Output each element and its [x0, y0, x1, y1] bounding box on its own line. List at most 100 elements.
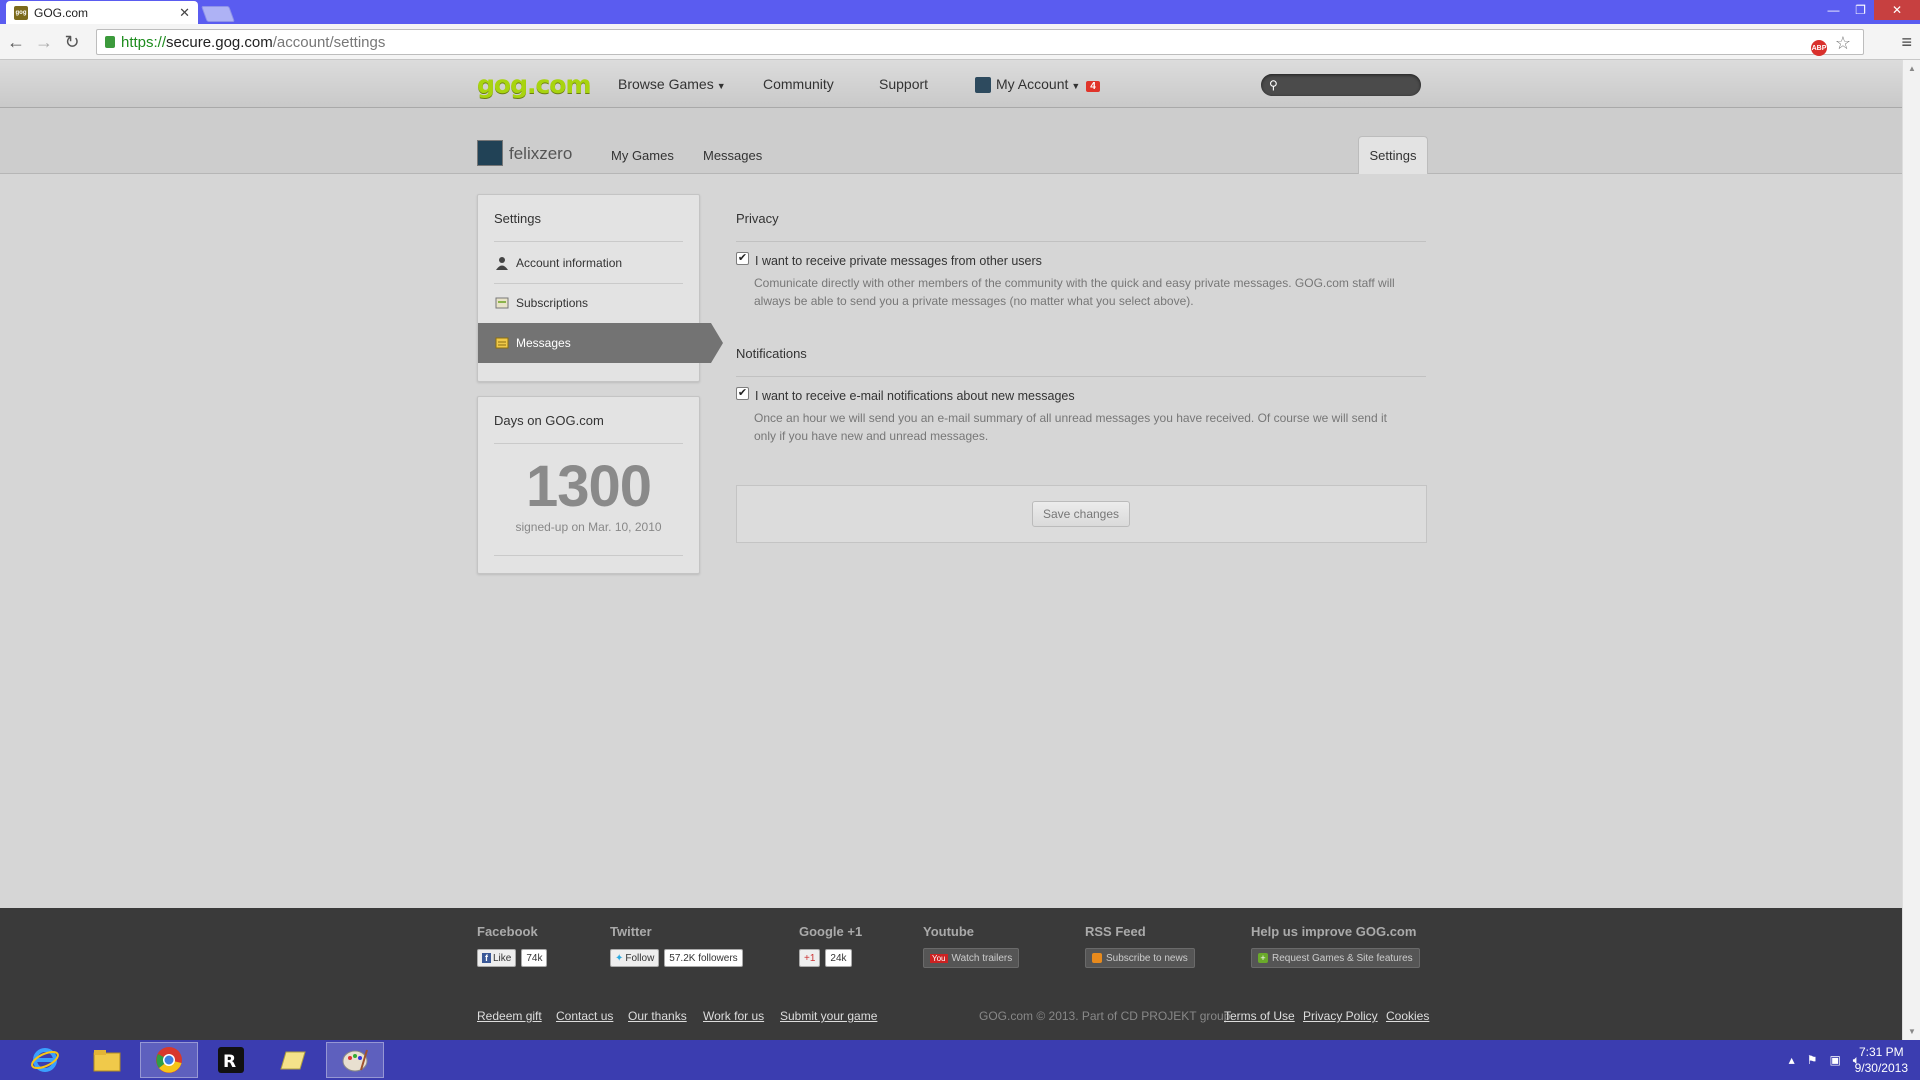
facebook-like-label: Like: [493, 952, 512, 964]
email-notifications-label[interactable]: I want to receive e-mail notifications a…: [755, 389, 1075, 403]
nav-support[interactable]: Support: [879, 76, 928, 92]
footer-link-privacy-policy[interactable]: Privacy Policy: [1303, 1009, 1378, 1023]
days-panel: Days on GOG.com 1300 signed-up on Mar. 1…: [477, 396, 700, 574]
scroll-up-icon[interactable]: ▲: [1908, 64, 1916, 73]
watch-trailers-label: Watch trailers: [951, 952, 1013, 964]
notifications-title: Notifications: [736, 346, 807, 361]
file-explorer-icon[interactable]: [78, 1042, 136, 1078]
footer-link-work-for-us[interactable]: Work for us: [703, 1009, 764, 1023]
secure-lock-icon: [105, 36, 115, 48]
paint-icon[interactable]: [326, 1042, 384, 1078]
clock-time: 7:31 PM: [1858, 1045, 1904, 1059]
privacy-title: Privacy: [736, 211, 779, 226]
google-plus-one-button[interactable]: +1: [799, 949, 821, 967]
request-games-label: Request Games & Site features: [1272, 952, 1413, 964]
request-games-button[interactable]: + Request Games & Site features: [1251, 948, 1420, 968]
divider: [736, 241, 1426, 242]
footer-link-redeem-gift[interactable]: Redeem gift: [477, 1009, 542, 1023]
settings-sidebar: Settings Account information Subscriptio…: [477, 194, 723, 382]
avatar[interactable]: [477, 140, 503, 166]
url-host: secure.gog.com: [166, 33, 273, 51]
google-count: 24k: [825, 949, 852, 967]
browser-tab[interactable]: gog GOG.com ✕: [6, 1, 198, 24]
vertical-scrollbar[interactable]: ▲ ▼: [1902, 60, 1920, 1040]
youtube-icon: You: [930, 953, 948, 963]
taskbar-clock[interactable]: 7:31 PM 9/30/2013: [1855, 1044, 1908, 1076]
gog-favicon-icon: gog: [14, 5, 28, 20]
twitter-count: 57.2K followers: [664, 949, 743, 967]
browser-titlebar: gog GOG.com ✕ — ❐ ✕: [0, 0, 1920, 24]
bookmark-star-icon[interactable]: ☆: [1835, 33, 1851, 54]
facebook-like-button[interactable]: f Like: [477, 949, 517, 967]
email-notifications-checkbox[interactable]: ✔: [736, 387, 749, 400]
tray-expand-icon[interactable]: ▴: [1789, 1053, 1795, 1068]
sidebar-item-subscriptions[interactable]: Subscriptions: [478, 283, 699, 323]
reload-icon[interactable]: ↻: [62, 32, 82, 52]
private-messages-checkbox[interactable]: ✔: [736, 252, 749, 265]
footer-link-cookies[interactable]: Cookies: [1386, 1009, 1429, 1023]
footer-link-submit-game[interactable]: Submit your game: [780, 1009, 877, 1023]
internet-explorer-icon[interactable]: [16, 1042, 74, 1078]
sidebar-item-account-information[interactable]: Account information: [478, 243, 699, 283]
nav-my-account[interactable]: My Account ▼ 4: [975, 76, 1100, 94]
browser-toolbar: ← → ↻ https://secure.gog.com/account/set…: [0, 24, 1920, 60]
back-arrow-icon[interactable]: ←: [6, 32, 26, 52]
days-count: 1300: [525, 454, 652, 519]
windows-explorer-folder-icon[interactable]: [264, 1042, 322, 1078]
sidebar-item-messages[interactable]: Messages: [478, 323, 723, 363]
network-icon[interactable]: ▣: [1829, 1053, 1840, 1068]
footer-link-our-thanks[interactable]: Our thanks: [628, 1009, 687, 1023]
watch-trailers-button[interactable]: You Watch trailers: [923, 948, 1020, 968]
account-avatar-icon: [975, 77, 991, 94]
twitter-follow-button[interactable]: ✦ Follow: [610, 949, 660, 967]
gog-logo[interactable]: gog.com: [477, 70, 592, 99]
notifications-description: Once an hour we will send you an e-mail …: [754, 409, 1426, 445]
sidebar-item-label: Subscriptions: [516, 296, 589, 310]
footer-rss-title: RSS Feed: [1085, 924, 1146, 939]
footer-help-title: Help us improve GOG.com: [1251, 924, 1417, 939]
scroll-down-icon[interactable]: ▼: [1908, 1027, 1916, 1036]
nav-browse-games[interactable]: Browse Games ▼: [618, 76, 726, 92]
footer-link-terms[interactable]: Terms of Use: [1224, 1009, 1295, 1023]
adblock-icon[interactable]: ABP: [1811, 40, 1827, 56]
subscriptions-icon: [495, 296, 509, 310]
username[interactable]: felixzero: [509, 144, 572, 164]
minimize-icon[interactable]: —: [1820, 0, 1847, 20]
footer: Facebook f Like 74k Twitter ✦ Follow 57.2K…: [0, 908, 1902, 1040]
address-bar[interactable]: https://secure.gog.com/account/settings …: [96, 29, 1864, 56]
window-close-icon[interactable]: ✕: [1874, 0, 1920, 20]
facebook-count: 74k: [521, 949, 548, 967]
search-icon: ⚲: [1269, 78, 1278, 92]
save-changes-button[interactable]: Save changes: [1032, 501, 1130, 527]
chrome-menu-icon[interactable]: ≡: [1901, 32, 1912, 53]
private-messages-label[interactable]: I want to receive private messages from …: [755, 254, 1042, 268]
save-container: Save changes: [736, 485, 1427, 543]
tab-close-icon[interactable]: ✕: [179, 5, 190, 21]
tab-settings[interactable]: Settings: [1358, 136, 1428, 174]
notification-badge: 4: [1086, 81, 1100, 92]
rss-widget: Subscribe to news: [1085, 948, 1195, 968]
search-input[interactable]: ⚲: [1261, 74, 1421, 96]
system-tray: ▴ ⚑ ▣ 🔈︎: [1789, 1053, 1860, 1068]
twitter-follow-label: Follow: [625, 952, 655, 964]
tab-my-games[interactable]: My Games: [611, 148, 674, 163]
nav-my-account-label: My Account: [996, 76, 1069, 92]
privacy-desc-line: Comunicate directly with other members o…: [754, 276, 1395, 290]
sidebar-title: Settings: [494, 211, 541, 226]
new-tab-button[interactable]: [201, 6, 235, 22]
subscribe-news-button[interactable]: Subscribe to news: [1085, 948, 1195, 968]
action-center-flag-icon[interactable]: ⚑: [1807, 1053, 1818, 1068]
chrome-icon[interactable]: [140, 1042, 198, 1078]
restore-icon[interactable]: ❐: [1847, 0, 1874, 20]
google-plus-widget: +1 24k: [799, 949, 852, 967]
rockstar-social-club-icon[interactable]: R: [202, 1042, 260, 1078]
forward-arrow-icon[interactable]: →: [34, 32, 54, 52]
nav-community[interactable]: Community: [763, 76, 834, 92]
footer-link-contact-us[interactable]: Contact us: [556, 1009, 613, 1023]
divider: [494, 443, 683, 444]
google-plus-one-label: +1: [804, 952, 816, 964]
twitter-follow-widget: ✦ Follow 57.2K followers: [610, 949, 743, 967]
tab-messages[interactable]: Messages: [703, 148, 762, 163]
facebook-like-widget: f Like 74k: [477, 949, 548, 967]
user-icon: [495, 256, 509, 270]
